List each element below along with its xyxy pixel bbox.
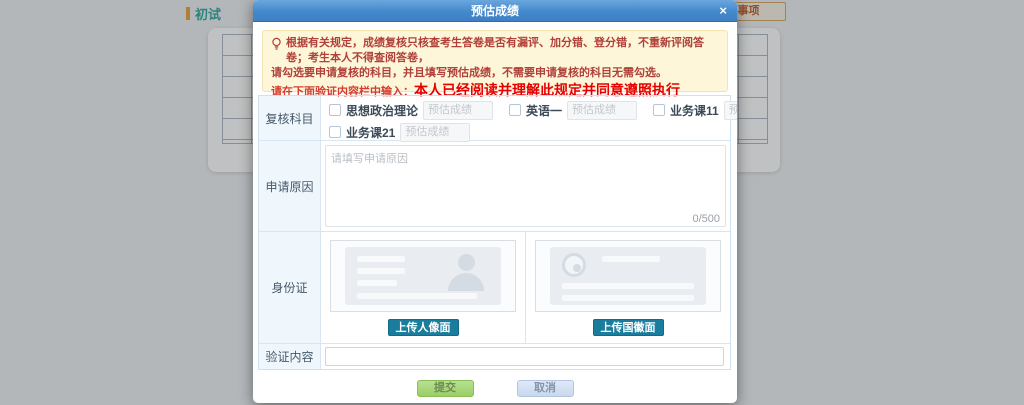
dialog-footer: 提交 取消 — [253, 380, 737, 397]
card-line — [357, 293, 477, 299]
reason-row: 申请原因 0/500 — [259, 141, 730, 232]
lightbulb-icon — [271, 37, 282, 56]
checkbox-politics[interactable] — [329, 104, 341, 116]
idcard-label: 身份证 — [259, 232, 321, 343]
char-counter: 0/500 — [692, 213, 720, 225]
verify-row: 验证内容 — [259, 344, 730, 369]
card-line — [357, 268, 405, 274]
card-line — [357, 256, 405, 262]
card-line — [562, 295, 694, 301]
score-input-english[interactable] — [567, 101, 637, 120]
idcard-portrait-placeholder — [330, 240, 516, 312]
checkbox-major2[interactable] — [329, 126, 341, 138]
verify-label: 验证内容 — [259, 344, 321, 369]
subjects-label: 复核科目 — [259, 96, 321, 140]
subject-name: 业务课21 — [346, 124, 395, 141]
reason-textarea[interactable] — [325, 145, 726, 227]
close-icon[interactable]: × — [719, 0, 727, 22]
card-line — [357, 280, 397, 286]
person-silhouette-body — [448, 273, 484, 291]
subject-name: 业务课11 — [670, 102, 719, 119]
person-silhouette-icon — [458, 254, 475, 271]
subject-name: 思想政治理论 — [346, 102, 418, 119]
notice-box: 根据有关规定，成绩复核只核查考生答卷是否有漏评、加分错、登分错，不重新评阅答卷；… — [262, 30, 728, 92]
review-form: 复核科目 思想政治理论 英语一 — [258, 95, 731, 370]
reason-label: 申请原因 — [259, 141, 321, 231]
subjects-row: 复核科目 思想政治理论 英语一 — [259, 96, 730, 141]
upload-portrait-button[interactable]: 上传人像面 — [388, 319, 459, 336]
score-input-major1[interactable] — [724, 101, 737, 120]
page-background: 初试 意事项 预估成绩 × — [0, 0, 1024, 405]
notice-line2: 请勾选要申请复核的科目，并且填写预估成绩，不需要申请复核的科目无需勾选。 — [271, 66, 719, 81]
estimated-score-dialog: 预估成绩 × 根据有关规定，成绩复核只核查考生答卷是否有漏评、加分错、登分错，不… — [253, 0, 737, 403]
checkbox-english[interactable] — [509, 104, 521, 116]
upload-emblem-button[interactable]: 上传国徽面 — [593, 319, 664, 336]
score-input-politics[interactable] — [423, 101, 493, 120]
submit-button[interactable]: 提交 — [417, 380, 474, 397]
cancel-button[interactable]: 取消 — [517, 380, 574, 397]
idcard-emblem-placeholder — [535, 240, 721, 312]
subject-group-major1: 业务课11 — [653, 101, 737, 120]
subject-name: 英语一 — [526, 102, 562, 119]
subject-group-english: 英语一 — [509, 101, 637, 120]
subject-group-major2: 业务课21 — [329, 123, 470, 142]
subject-group-politics: 思想政治理论 — [329, 101, 493, 120]
idcard-row: 身份证 上传人像面 — [259, 232, 730, 344]
notice-line1: 根据有关规定，成绩复核只核查考生答卷是否有漏评、加分错、登分错，不重新评阅答卷；… — [286, 36, 719, 66]
checkbox-major1[interactable] — [653, 104, 665, 116]
verify-input[interactable] — [325, 347, 724, 366]
dialog-header: 预估成绩 × — [253, 0, 737, 22]
emblem-icon-dot — [573, 264, 581, 272]
card-line — [602, 256, 660, 262]
card-line — [562, 283, 694, 289]
dialog-title: 预估成绩 — [253, 0, 737, 22]
score-input-major2[interactable] — [400, 123, 470, 142]
